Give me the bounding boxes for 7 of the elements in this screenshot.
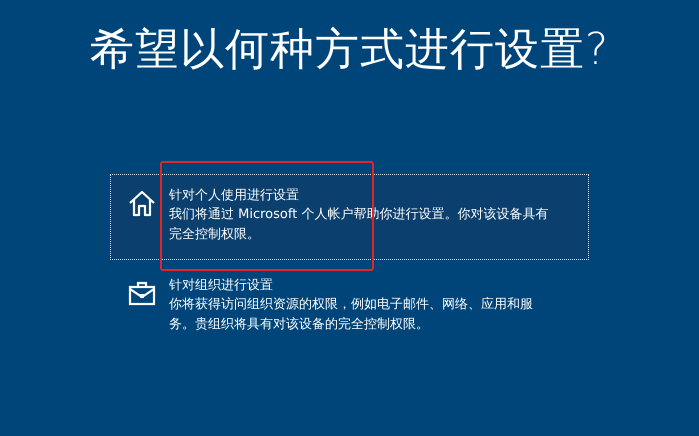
option-title: 针对组织进行设置 [169,277,274,295]
page-title: 希望以何种方式进行设置? [90,23,610,77]
setup-option[interactable]: 针对组织进行设置 你将获得访问组织资源的权限，例如电子邮件、网络、应用和服务。贵组织将具有对该设备的完全控制权限。 [110,264,589,350]
option-title: 针对个人使用进行设置 [169,187,300,205]
briefcase-icon [127,279,157,307]
option-description: 你将获得访问组织资源的权限，例如电子邮件、网络、应用和服务。贵组织将具有对该设备的完全控制权限。 [169,296,534,334]
home-icon [127,189,157,217]
